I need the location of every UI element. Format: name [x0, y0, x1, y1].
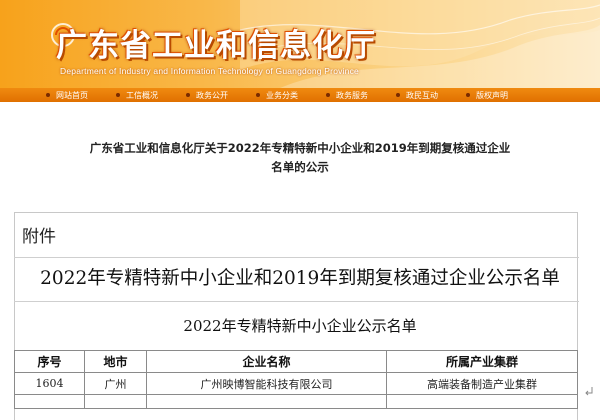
table-row: 1604 广州 广州映博智能科技有限公司 高端装备制造产业集群 [14, 372, 578, 395]
cell-company [146, 394, 387, 409]
column-header-company: 企业名称 [146, 350, 387, 373]
nav-item-label: 工信概况 [126, 90, 158, 100]
nav-bullet-icon [466, 93, 470, 97]
attachment-label: 附件 [22, 227, 56, 247]
cell-company: 广州映博智能科技有限公司 [146, 372, 387, 395]
main-nav-bar: 网站首页 工信概况 政务公开 业务分类 政务服务 政民互动 版权声明 [0, 88, 600, 102]
table-header-row: 序号 地市 企业名称 所属产业集群 [14, 350, 578, 373]
nav-item-copyright[interactable]: 版权声明 [460, 88, 508, 102]
nav-item-business[interactable]: 业务分类 [250, 88, 298, 102]
nav-item-interaction[interactable]: 政民互动 [390, 88, 438, 102]
column-header-index: 序号 [14, 350, 85, 373]
list-subheading: 2022年专精特新中小企业公示名单 [183, 317, 417, 335]
divider [14, 301, 579, 302]
nav-item-label: 政务服务 [336, 90, 368, 100]
list-heading: 2022年专精特新中小企业和2019年到期复核通过企业公示名单 [40, 268, 560, 289]
company-list-table: 序号 地市 企业名称 所属产业集群 1604 广州 广州映博智能科技有限公司 高… [14, 350, 578, 409]
article-title: 广东省工业和信息化厅关于2022年专精特新中小企业和2019年到期复核通过企业 … [0, 139, 600, 177]
cell-city [84, 394, 147, 409]
nav-item-label: 政务公开 [196, 90, 228, 100]
nav-item-gov-info[interactable]: 政务公开 [180, 88, 228, 102]
nav-item-home[interactable]: 网站首页 [40, 88, 88, 102]
nav-item-overview[interactable]: 工信概况 [110, 88, 158, 102]
nav-item-label: 网站首页 [56, 90, 88, 100]
article-title-line-2: 名单的公示 [271, 160, 329, 174]
site-header-banner: 广东省工业和信息化厅 Department of Industry and In… [0, 0, 600, 88]
site-name: 广东省工业和信息化厅 [56, 28, 376, 64]
nav-bullet-icon [396, 93, 400, 97]
paragraph-return-icon [585, 387, 593, 396]
nav-item-label: 版权声明 [476, 90, 508, 100]
table-row [14, 394, 578, 409]
nav-item-services[interactable]: 政务服务 [320, 88, 368, 102]
cell-index [14, 394, 85, 409]
nav-bullet-icon [186, 93, 190, 97]
divider [14, 257, 579, 258]
nav-bullet-icon [256, 93, 260, 97]
article-title-line-1: 广东省工业和信息化厅关于2022年专精特新中小企业和2019年到期复核通过企业 [89, 141, 511, 155]
cell-cluster: 高端装备制造产业集群 [386, 372, 578, 395]
nav-bullet-icon [326, 93, 330, 97]
nav-item-label: 业务分类 [266, 90, 298, 100]
column-header-cluster: 所属产业集群 [386, 350, 578, 373]
cell-index: 1604 [14, 372, 85, 395]
column-header-city: 地市 [84, 350, 147, 373]
cell-cluster [386, 394, 578, 409]
site-subtitle: Department of Industry and Information T… [60, 66, 359, 76]
nav-bullet-icon [116, 93, 120, 97]
nav-bullet-icon [46, 93, 50, 97]
nav-item-label: 政民互动 [406, 90, 438, 100]
cell-city: 广州 [84, 372, 147, 395]
